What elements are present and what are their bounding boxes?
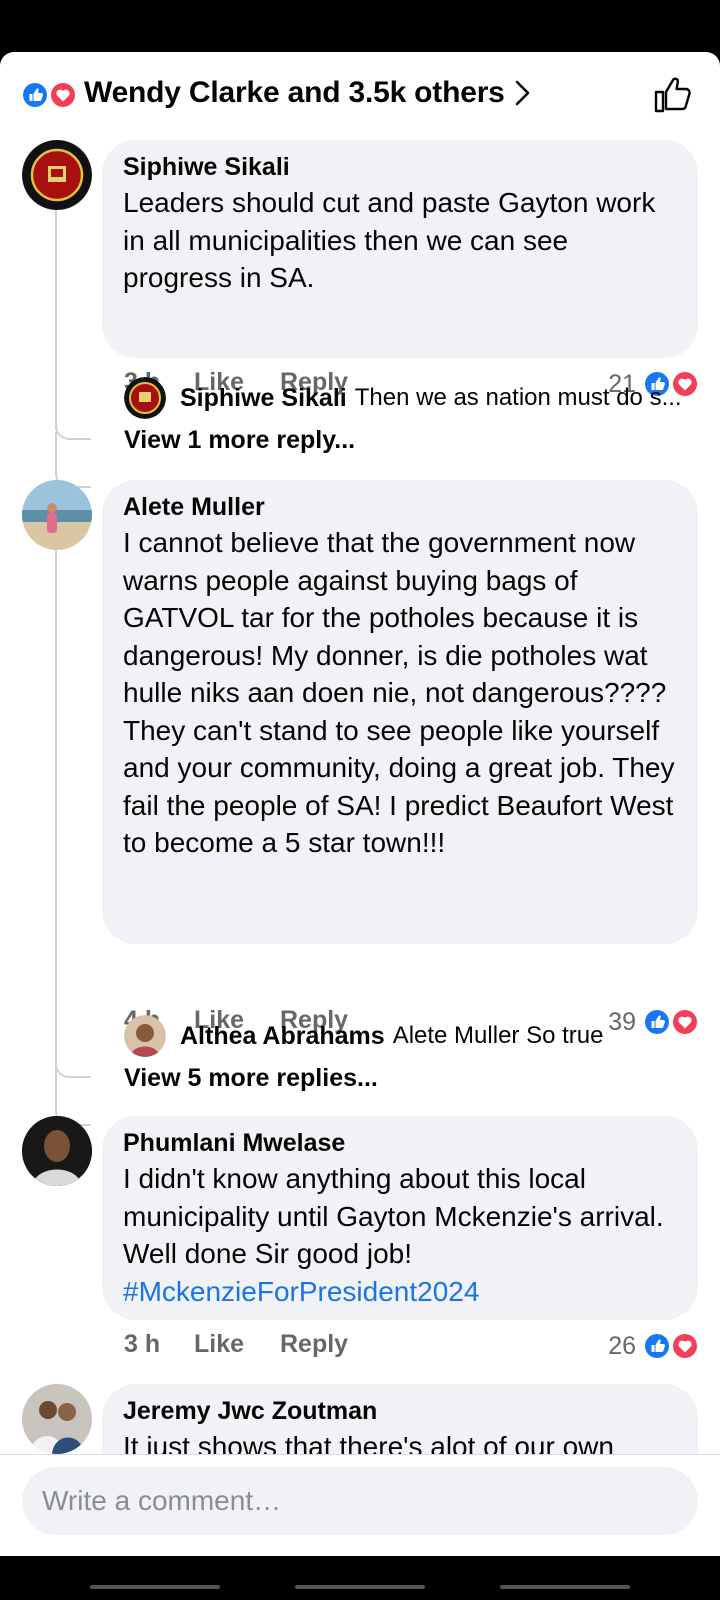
- avatar[interactable]: [22, 1384, 92, 1454]
- reply-author[interactable]: Siphiwe Sikali: [180, 384, 347, 413]
- avatar[interactable]: [22, 1116, 92, 1186]
- reply-preview[interactable]: Siphiwe Sikali Then we as nation must do…: [124, 376, 682, 420]
- reply-preview[interactable]: Althea Abrahams Alete Muller So true: [124, 1014, 603, 1058]
- avatar-image: [23, 141, 91, 209]
- comment-bubble[interactable]: Siphiwe Sikali Leaders should cut and pa…: [102, 140, 698, 358]
- comment-text: They can't stand to see people like your…: [123, 714, 675, 859]
- comment-input[interactable]: [22, 1467, 698, 1535]
- reactions-summary[interactable]: Wendy Clarke and 3.5k others: [84, 76, 505, 110]
- like-button[interactable]: Like: [194, 1330, 244, 1359]
- comment-text: I cannot believe that the government now…: [123, 527, 667, 708]
- comment-author[interactable]: Siphiwe Sikali: [123, 152, 678, 182]
- view-more-replies-link[interactable]: View 5 more replies...: [124, 1064, 378, 1093]
- comment-text: Leaders should cut and paste Gayton work…: [123, 187, 656, 293]
- status-bar: [0, 0, 720, 52]
- reaction-icons: [642, 1007, 700, 1037]
- nav-handle[interactable]: [295, 1585, 425, 1589]
- avatar-image: [124, 377, 166, 419]
- system-nav-bar: [0, 1556, 720, 1600]
- reaction-icons: [642, 1331, 700, 1361]
- comment-bubble[interactable]: Alete Muller I cannot believe that the g…: [102, 480, 698, 944]
- reaction-summary[interactable]: 26: [608, 1328, 700, 1364]
- avatar-image: [124, 1015, 166, 1057]
- nav-handle[interactable]: [500, 1585, 630, 1589]
- nav-handle[interactable]: [90, 1585, 220, 1589]
- chevron-right-icon[interactable]: [512, 78, 534, 108]
- comment-author[interactable]: Alete Muller: [123, 492, 678, 522]
- reactions-header[interactable]: Wendy Clarke and 3.5k others: [0, 52, 720, 138]
- avatar[interactable]: [22, 140, 92, 210]
- reply-button[interactable]: Reply: [280, 1330, 348, 1359]
- reaction-count: 39: [608, 1007, 636, 1036]
- reaction-icons: [20, 80, 78, 110]
- view-more-replies-link[interactable]: View 1 more reply...: [124, 426, 355, 455]
- like-post-icon[interactable]: [652, 74, 694, 116]
- comment-time: 3 h: [124, 1330, 161, 1358]
- avatar[interactable]: [22, 480, 92, 550]
- reaction-summary[interactable]: 39: [608, 1004, 700, 1040]
- thread-line: [55, 550, 57, 1070]
- avatar-image: [22, 1116, 92, 1186]
- hashtag-link[interactable]: #MckenzieForPresident2024: [123, 1273, 678, 1311]
- reply-avatar[interactable]: [124, 1015, 166, 1057]
- avatar-image: [22, 1384, 92, 1454]
- reaction-count: 26: [608, 1331, 636, 1360]
- comment-text: I didn't know anything about this local …: [123, 1163, 664, 1269]
- reply-author[interactable]: Althea Abrahams: [180, 1022, 385, 1051]
- reply-text: Then we as nation must do s...: [354, 384, 682, 411]
- comment-author[interactable]: Jeremy Jwc Zoutman: [123, 1396, 678, 1426]
- reply-text: Alete Muller So true: [392, 1022, 604, 1049]
- avatar-image: [22, 480, 92, 550]
- comment-author[interactable]: Phumlani Mwelase: [123, 1128, 678, 1158]
- comments-sheet: Wendy Clarke and 3.5k others Siphiwe Sik…: [0, 52, 720, 1600]
- reply-avatar[interactable]: [124, 377, 166, 419]
- comment-composer: [0, 1454, 720, 1554]
- comment-bubble[interactable]: Phumlani Mwelase I didn't know anything …: [102, 1116, 698, 1320]
